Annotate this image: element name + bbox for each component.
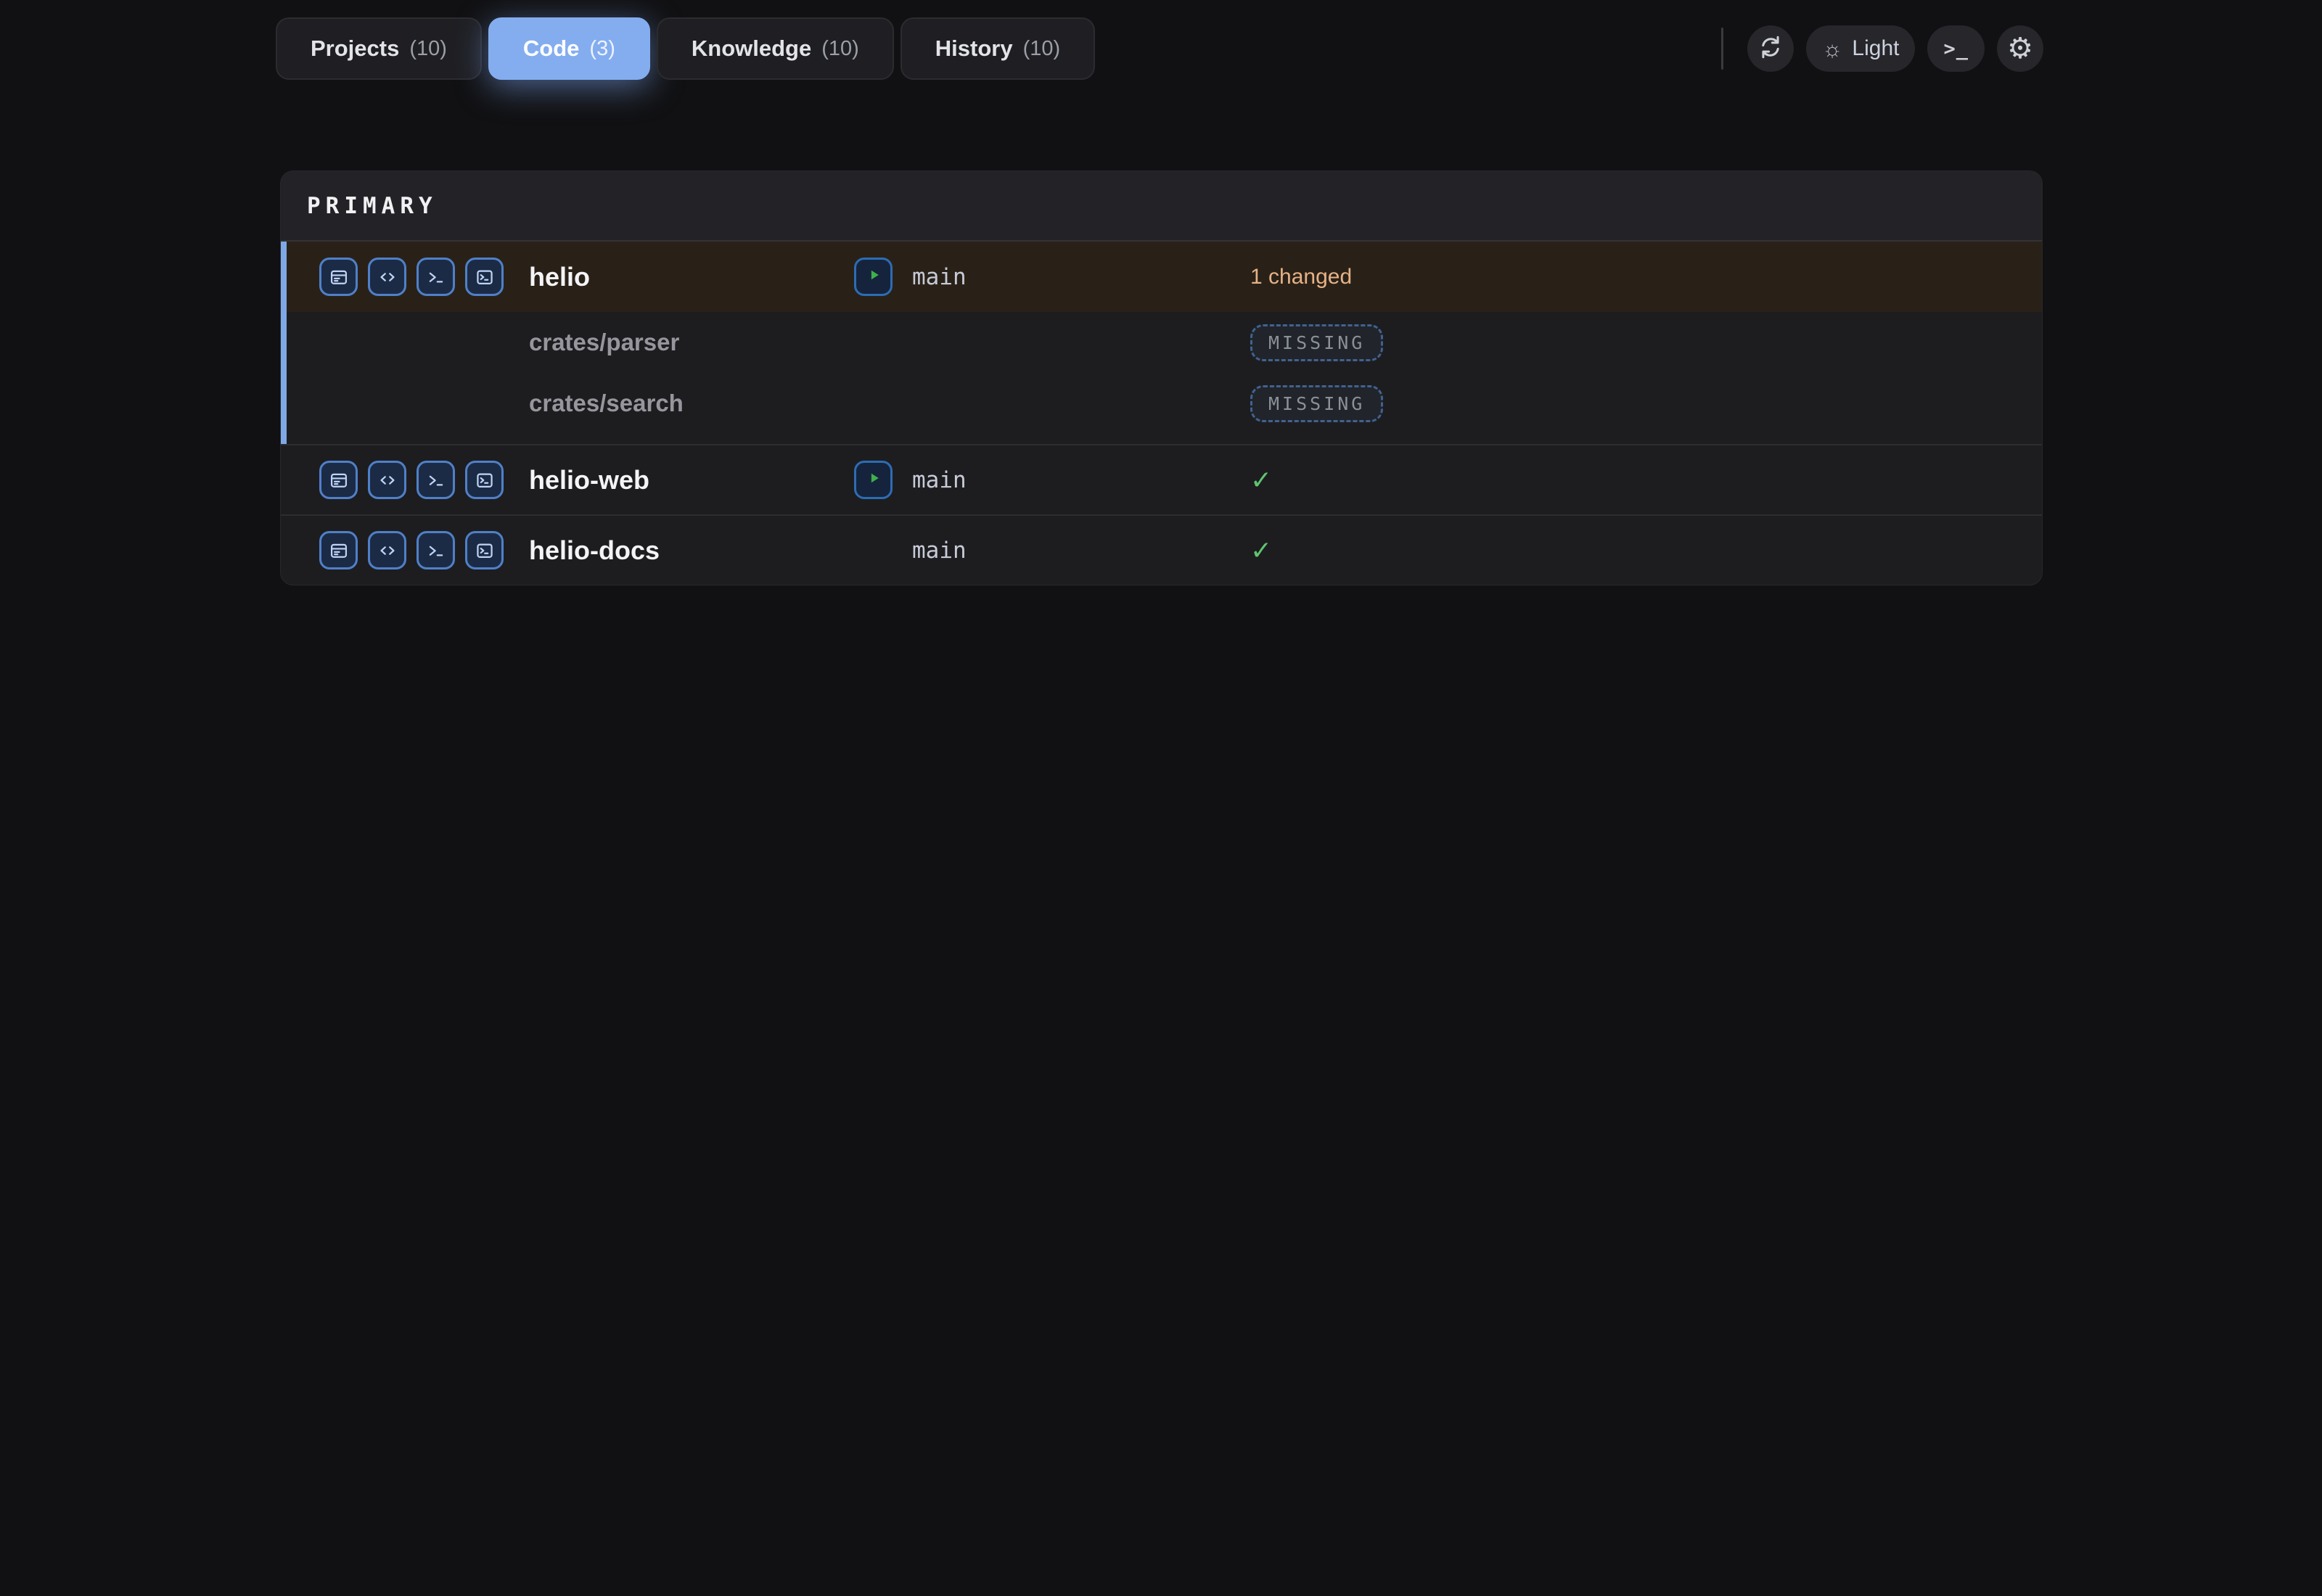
- preview-window-button[interactable]: [319, 258, 358, 296]
- branch-name: main: [912, 264, 967, 290]
- terminal-prompt-icon: [426, 470, 446, 490]
- workspace-name-cell: crates/parser: [529, 329, 854, 356]
- workspace-row-crates-search[interactable]: crates/search MISSING: [287, 373, 2042, 434]
- tab-projects[interactable]: Projects (10): [276, 17, 482, 80]
- tab-bar: Projects (10) Code (3) Knowledge (10) Hi…: [276, 17, 1095, 80]
- browser-window-icon: [329, 267, 349, 287]
- open-terminal-button[interactable]: [417, 531, 455, 569]
- tab-knowledge-count: (10): [821, 37, 859, 61]
- code-brackets-icon: [377, 267, 398, 287]
- gear-icon: ⚙: [2007, 34, 2033, 63]
- repo-name-cell: helio-web: [529, 465, 854, 495]
- tab-knowledge[interactable]: Knowledge (10): [657, 17, 894, 80]
- workspace-status-cell: MISSING: [1250, 324, 2017, 361]
- repo-name: helio-web: [529, 465, 649, 495]
- toolbar-controls: ☼ Light >_ ⚙: [1721, 25, 2043, 72]
- browser-window-icon: [329, 540, 349, 561]
- code-brackets-icon: [377, 540, 398, 561]
- repo-name: helio: [529, 262, 590, 292]
- terminal-prompt-icon: [426, 267, 446, 287]
- tab-code[interactable]: Code (3): [488, 17, 650, 80]
- repo-row-helio-web[interactable]: helio-web main ✓: [281, 444, 2042, 514]
- refresh-icon: [1757, 34, 1784, 64]
- terminal-prompt-icon: >_: [1943, 38, 1969, 60]
- changed-status: 1 changed: [1250, 265, 1352, 289]
- repo-branch-cell: main: [854, 461, 1250, 499]
- theme-toggle-label: Light: [1852, 36, 1899, 61]
- repo-action-icons: [319, 531, 529, 569]
- open-code-button[interactable]: [368, 461, 406, 499]
- repo-group-helio: helio main 1 changed crates/parser MISSI…: [281, 242, 2042, 444]
- workspace-name-cell: crates/search: [529, 390, 854, 417]
- browser-window-icon: [329, 470, 349, 490]
- branch-name: main: [912, 538, 967, 564]
- terminal-prompt-icon: [426, 540, 446, 561]
- tab-history[interactable]: History (10): [901, 17, 1095, 80]
- theme-toggle-button[interactable]: ☼ Light: [1806, 25, 1915, 72]
- terminal-window-button[interactable]: [465, 258, 504, 296]
- card-header: PRIMARY: [281, 171, 2042, 242]
- settings-button[interactable]: ⚙: [1997, 25, 2043, 72]
- run-button[interactable]: [854, 258, 893, 296]
- toolbar-divider: [1721, 28, 1723, 70]
- missing-badge: MISSING: [1250, 385, 1383, 422]
- top-bar: Projects (10) Code (3) Knowledge (10) Hi…: [276, 17, 2043, 80]
- terminal-window-icon: [475, 540, 495, 561]
- ok-checkmark: ✓: [1250, 467, 1272, 493]
- repo-name: helio-docs: [529, 535, 660, 565]
- run-button[interactable]: [854, 461, 893, 499]
- terminal-window-button[interactable]: [465, 461, 504, 499]
- repo-name-cell: helio: [529, 262, 854, 292]
- terminal-window-icon: [475, 470, 495, 490]
- preview-window-button[interactable]: [319, 461, 358, 499]
- terminal-window-icon: [475, 267, 495, 287]
- tab-projects-count: (10): [409, 37, 447, 61]
- open-terminal-button[interactable]: [417, 461, 455, 499]
- workspace-row-crates-parser[interactable]: crates/parser MISSING: [287, 312, 2042, 373]
- workspace-name: crates/parser: [529, 329, 679, 355]
- tab-code-label: Code: [523, 36, 580, 62]
- workspace-status-cell: MISSING: [1250, 385, 2017, 422]
- open-code-button[interactable]: [368, 258, 406, 296]
- tab-knowledge-label: Knowledge: [692, 36, 811, 62]
- repo-branch-cell: main: [854, 258, 1250, 296]
- refresh-button[interactable]: [1747, 25, 1794, 72]
- repo-status-cell: 1 changed: [1250, 265, 2017, 289]
- repo-action-icons: [319, 258, 529, 296]
- repo-status-cell: ✓: [1250, 538, 2017, 564]
- repo-status-cell: ✓: [1250, 467, 2017, 493]
- repo-row-helio-docs[interactable]: helio-docs main ✓: [281, 514, 2042, 585]
- play-icon: [864, 266, 883, 288]
- branch-name: main: [912, 467, 967, 493]
- repo-name-cell: helio-docs: [529, 535, 854, 566]
- primary-repos-card: PRIMARY helio: [280, 170, 2043, 585]
- ok-checkmark: ✓: [1250, 538, 1272, 564]
- run-button-spacer: [854, 531, 893, 569]
- repo-branch-cell: main: [854, 531, 1250, 569]
- terminal-window-button[interactable]: [465, 531, 504, 569]
- repo-action-icons: [319, 461, 529, 499]
- workspace-name: crates/search: [529, 390, 684, 416]
- tab-projects-label: Projects: [311, 36, 399, 62]
- repo-row-helio[interactable]: helio main 1 changed: [287, 242, 2042, 312]
- card-title: PRIMARY: [307, 193, 438, 219]
- tab-code-count: (3): [589, 37, 615, 61]
- tab-history-count: (10): [1023, 37, 1061, 61]
- code-brackets-icon: [377, 470, 398, 490]
- terminal-button[interactable]: >_: [1927, 25, 1985, 72]
- tab-history-label: History: [935, 36, 1013, 62]
- open-code-button[interactable]: [368, 531, 406, 569]
- play-icon: [864, 469, 883, 491]
- sun-icon: ☼: [1822, 38, 1842, 60]
- missing-badge: MISSING: [1250, 324, 1383, 361]
- preview-window-button[interactable]: [319, 531, 358, 569]
- open-terminal-button[interactable]: [417, 258, 455, 296]
